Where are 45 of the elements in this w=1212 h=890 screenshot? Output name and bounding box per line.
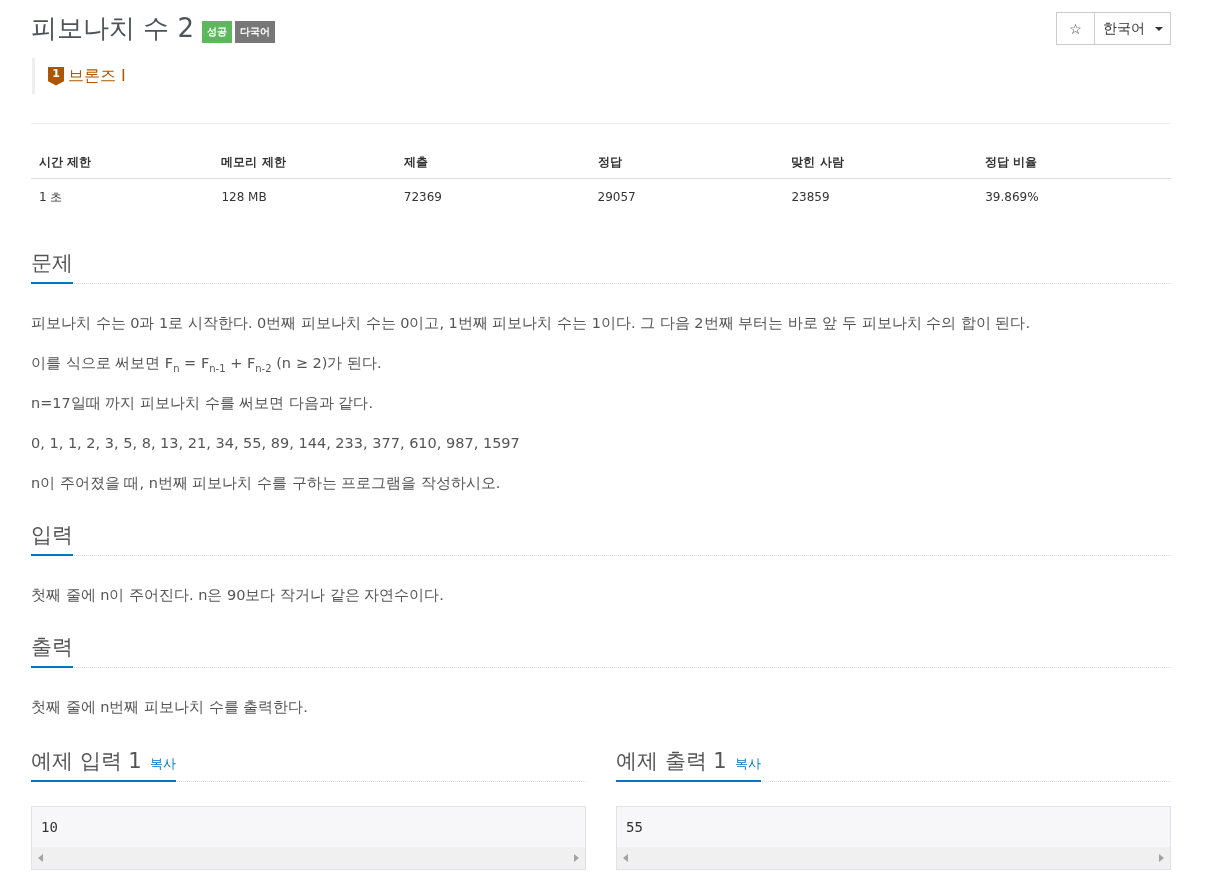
table-header: 정답 xyxy=(589,146,784,179)
caret-icon xyxy=(1154,26,1163,31)
copy-link[interactable]: 복사 xyxy=(149,755,176,773)
tier-badge: 1 xyxy=(48,66,64,86)
paragraph: 이를 식으로 써보면 F$_{n}$ = F$_{n-1}$ + F$_{n-2}$ (n ≥ 2)가 된다. xyxy=(31,354,383,375)
paragraph: 첫째 줄에 n번째 피보나치 수를 출력한다. xyxy=(31,698,309,717)
table-header: 시간 제한 xyxy=(31,146,214,179)
paragraph: 피보나치 수는 0과 1로 시작한다. 0번째 피보나치 수는 0이고, 1번째 피보나치 수는 1이다. 그 다음 2번째 부터는 바로 앞 두 피보나치 수의 합이 된다. xyxy=(31,314,1032,333)
horizontal-scrollbar[interactable] xyxy=(32,847,585,869)
heading-underline xyxy=(31,666,73,668)
section-heading: 입력 xyxy=(31,522,73,549)
copy-link[interactable]: 복사 xyxy=(734,755,761,773)
section-heading: 출력 xyxy=(31,634,73,661)
sample-code: 55 xyxy=(625,818,644,837)
sample-heading: 예제 출력 1 xyxy=(616,748,727,775)
table-cell: 29057 xyxy=(589,178,784,215)
sample-code: 10 xyxy=(40,818,59,837)
language-dropdown[interactable]: 한국어 xyxy=(1095,12,1171,45)
section-heading: 문제 xyxy=(31,250,73,277)
paragraph: n이 주어졌을 때, n번째 피보나치 수를 구하는 프로그램을 작성하시오. xyxy=(31,474,502,493)
table-header: 맞힌 사람 xyxy=(783,146,978,179)
problem-tag: 다국어 xyxy=(235,20,276,43)
problem-tag: 성공 xyxy=(202,20,233,43)
horizontal-scrollbar[interactable] xyxy=(617,847,1170,869)
heading-underline xyxy=(31,282,73,284)
table-cell: 72369 xyxy=(395,178,590,215)
scroll-left-icon[interactable] xyxy=(623,854,628,862)
scroll-left-icon[interactable] xyxy=(38,854,43,862)
sample-heading: 예제 입력 1 xyxy=(31,748,142,775)
paragraph: 0, 1, 1, 2, 3, 5, 8, 13, 21, 34, 55, 89, 144, 233, 377, 610, 987, 1597 xyxy=(31,434,521,453)
tier-link[interactable]: 브론즈 I xyxy=(68,65,126,87)
table-header: 정답 비율 xyxy=(977,146,1171,179)
table-cell: 1 초 xyxy=(31,178,214,215)
table-cell: 128 MB xyxy=(213,178,396,215)
table-header: 제출 xyxy=(395,146,590,179)
favorite-star-button[interactable]: ☆ xyxy=(1056,12,1095,45)
heading-underline xyxy=(31,554,73,556)
table-cell: 23859 xyxy=(783,178,978,215)
table-cell: 39.869% xyxy=(977,178,1171,215)
scroll-right-icon[interactable] xyxy=(574,854,579,862)
problem-title: 피보나치 수 2 xyxy=(31,12,195,45)
paragraph: n=17일때 까지 피보나치 수를 써보면 다음과 같다. xyxy=(31,394,375,413)
scroll-right-icon[interactable] xyxy=(1159,854,1164,862)
table-header: 메모리 제한 xyxy=(213,146,396,179)
paragraph: 첫째 줄에 n이 주어진다. n은 90보다 작거나 같은 자연수이다. xyxy=(31,586,445,605)
